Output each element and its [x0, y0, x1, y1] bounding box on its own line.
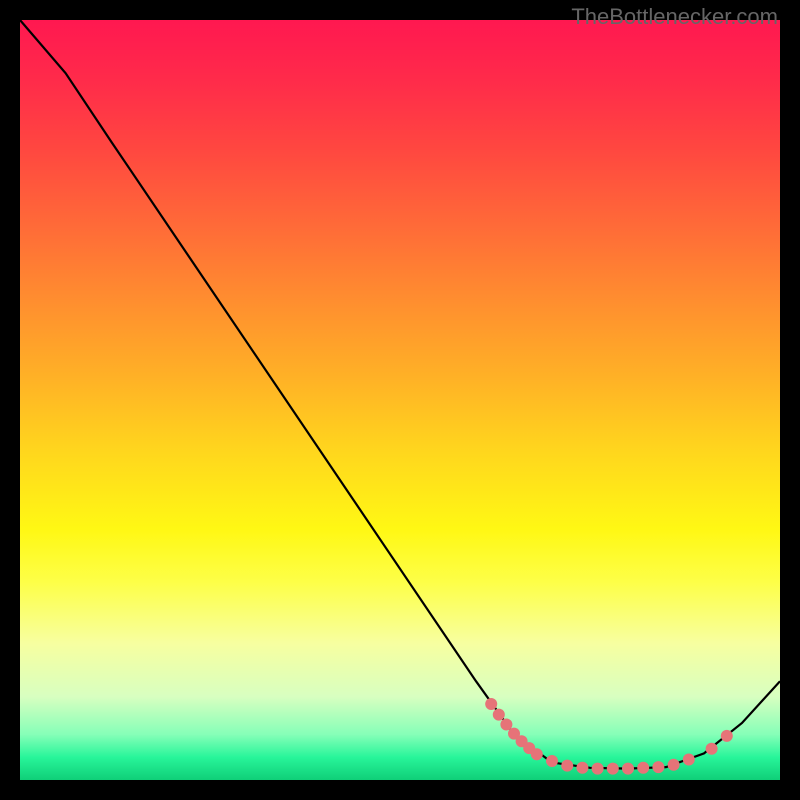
data-marker	[576, 762, 588, 774]
data-marker	[721, 730, 733, 742]
bottleneck-curve	[20, 20, 780, 769]
data-marker	[607, 763, 619, 775]
data-marker	[561, 760, 573, 772]
data-marker	[637, 762, 649, 774]
data-marker	[531, 748, 543, 760]
data-marker	[668, 759, 680, 771]
data-marker	[485, 698, 497, 710]
data-marker	[592, 763, 604, 775]
chart-svg	[20, 20, 780, 780]
data-marker	[622, 763, 634, 775]
data-marker	[493, 709, 505, 721]
marker-group	[485, 698, 733, 775]
chart-plot-area	[20, 20, 780, 780]
data-marker	[652, 761, 664, 773]
data-marker	[546, 755, 558, 767]
watermark-text: TheBottlenecker.com	[571, 4, 778, 30]
data-marker	[683, 754, 695, 766]
data-marker	[706, 743, 718, 755]
